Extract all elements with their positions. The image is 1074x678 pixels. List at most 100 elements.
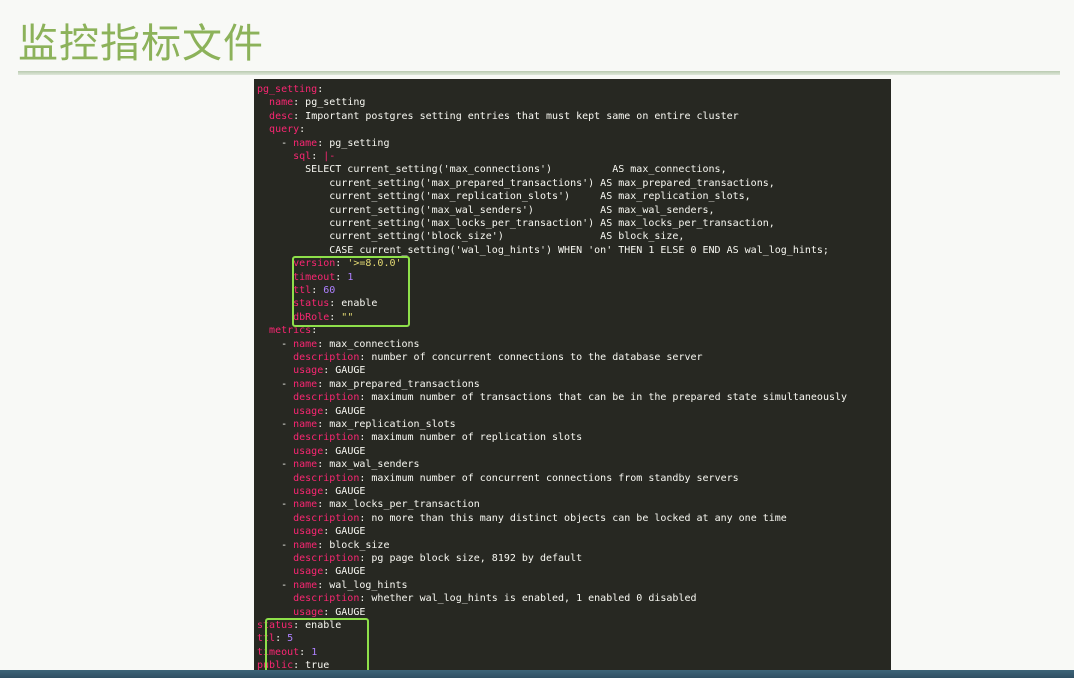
code-token: : maximum number of replication slots xyxy=(359,432,583,444)
code-token: - xyxy=(257,499,294,511)
code-token: description xyxy=(293,472,360,484)
code-line: - name: max_prepared_transactions xyxy=(257,378,480,391)
code-token: : max_replication_slots xyxy=(317,419,456,430)
title-divider xyxy=(18,71,1060,75)
code-token: SELECT current_setting('max_connections'… xyxy=(257,164,727,176)
code-token: - xyxy=(257,579,294,591)
code-token: name xyxy=(293,539,318,551)
code-line: - name: pg_setting xyxy=(257,137,389,150)
code-token: description xyxy=(293,553,360,564)
code-line: description: pg page block size, 8192 by… xyxy=(257,552,582,565)
code-token: pg_setting xyxy=(257,84,318,95)
code-token: usage xyxy=(293,526,324,538)
code-token: : block_size xyxy=(317,539,390,551)
code-token: : max_wal_senders xyxy=(317,459,420,471)
code-line: usage: GAUGE xyxy=(257,485,365,498)
code-token: name xyxy=(293,378,318,390)
code-line: description: maximum number of replicati… xyxy=(257,431,582,444)
code-token: desc xyxy=(269,110,294,122)
code-token: name xyxy=(293,579,318,591)
code-token: current_setting('max_wal_senders') AS ma… xyxy=(257,204,715,216)
code-token: : max_connections xyxy=(317,338,420,350)
code-token: - xyxy=(257,338,294,350)
code-token: - xyxy=(257,459,294,471)
code-line: SELECT current_setting('max_connections'… xyxy=(257,163,727,176)
code-token: |- xyxy=(323,151,336,162)
code-token: : pg_setting xyxy=(293,97,366,109)
code-token: description xyxy=(293,593,360,605)
code-token: description xyxy=(293,512,360,524)
code-line: current_setting('max_replication_slots')… xyxy=(257,190,750,203)
code-token: - xyxy=(257,419,294,430)
code-token: current_setting('max_prepared_transactio… xyxy=(257,177,775,189)
code-line: usage: GAUGE xyxy=(257,405,365,418)
code-line: description: number of concurrent connec… xyxy=(257,351,703,364)
collector-options-highlight xyxy=(265,618,369,678)
code-token: : whether wal_log_hints is enabled, 1 en… xyxy=(359,593,697,605)
code-line: - name: max_connections xyxy=(257,338,420,351)
code-line: pg_setting: xyxy=(257,83,323,96)
code-token: : pg_setting xyxy=(317,137,390,149)
code-token: usage xyxy=(293,486,324,497)
code-token: name xyxy=(293,419,318,430)
code-token: : no more than this many distinct object… xyxy=(359,512,787,524)
code-token: - xyxy=(257,378,294,390)
code-token: name xyxy=(269,97,294,109)
code-line: current_setting('max_locks_per_transacti… xyxy=(257,217,775,230)
code-token: usage xyxy=(293,405,324,417)
code-token: usage xyxy=(293,445,324,457)
code-token: : GAUGE xyxy=(323,526,366,538)
bottom-bar xyxy=(0,670,1074,678)
code-token: : maximum number of concurrent connectio… xyxy=(359,472,739,484)
code-line: usage: GAUGE xyxy=(257,364,365,377)
code-token: query xyxy=(269,124,300,136)
code-token: - xyxy=(257,137,294,149)
code-token: : GAUGE xyxy=(323,365,366,377)
code-token: usage xyxy=(293,566,324,578)
code-token: name xyxy=(293,338,318,350)
slide-title: 监控指标文件 xyxy=(18,21,264,67)
code-token: : number of concurrent connections to th… xyxy=(359,352,703,363)
code-token: - xyxy=(257,539,294,551)
code-line: - name: max_wal_senders xyxy=(257,458,420,471)
code-line: description: maximum number of concurren… xyxy=(257,472,739,485)
code-token: : wal_log_hints xyxy=(317,579,408,591)
code-token: : maximum number of transactions that ca… xyxy=(359,392,848,404)
code-token: description xyxy=(293,392,360,404)
code-token: name xyxy=(293,499,318,511)
code-token: description xyxy=(293,352,360,363)
code-token: : GAUGE xyxy=(323,606,366,618)
code-token: description xyxy=(293,432,360,444)
code-line: query: xyxy=(257,123,305,136)
code-line: usage: GAUGE xyxy=(257,565,365,578)
code-token: : xyxy=(311,151,324,162)
code-line: - name: wal_log_hints xyxy=(257,579,408,592)
code-token: : pg page block size, 8192 by default xyxy=(359,553,583,564)
code-line: usage: GAUGE xyxy=(257,606,365,619)
code-token: usage xyxy=(293,365,324,377)
code-line: current_setting('max_wal_senders') AS ma… xyxy=(257,204,715,217)
code-token: usage xyxy=(293,606,324,618)
code-line: sql: |- xyxy=(257,150,335,163)
code-token: : GAUGE xyxy=(323,445,366,457)
code-line: desc: Important postgres setting entries… xyxy=(257,110,739,123)
